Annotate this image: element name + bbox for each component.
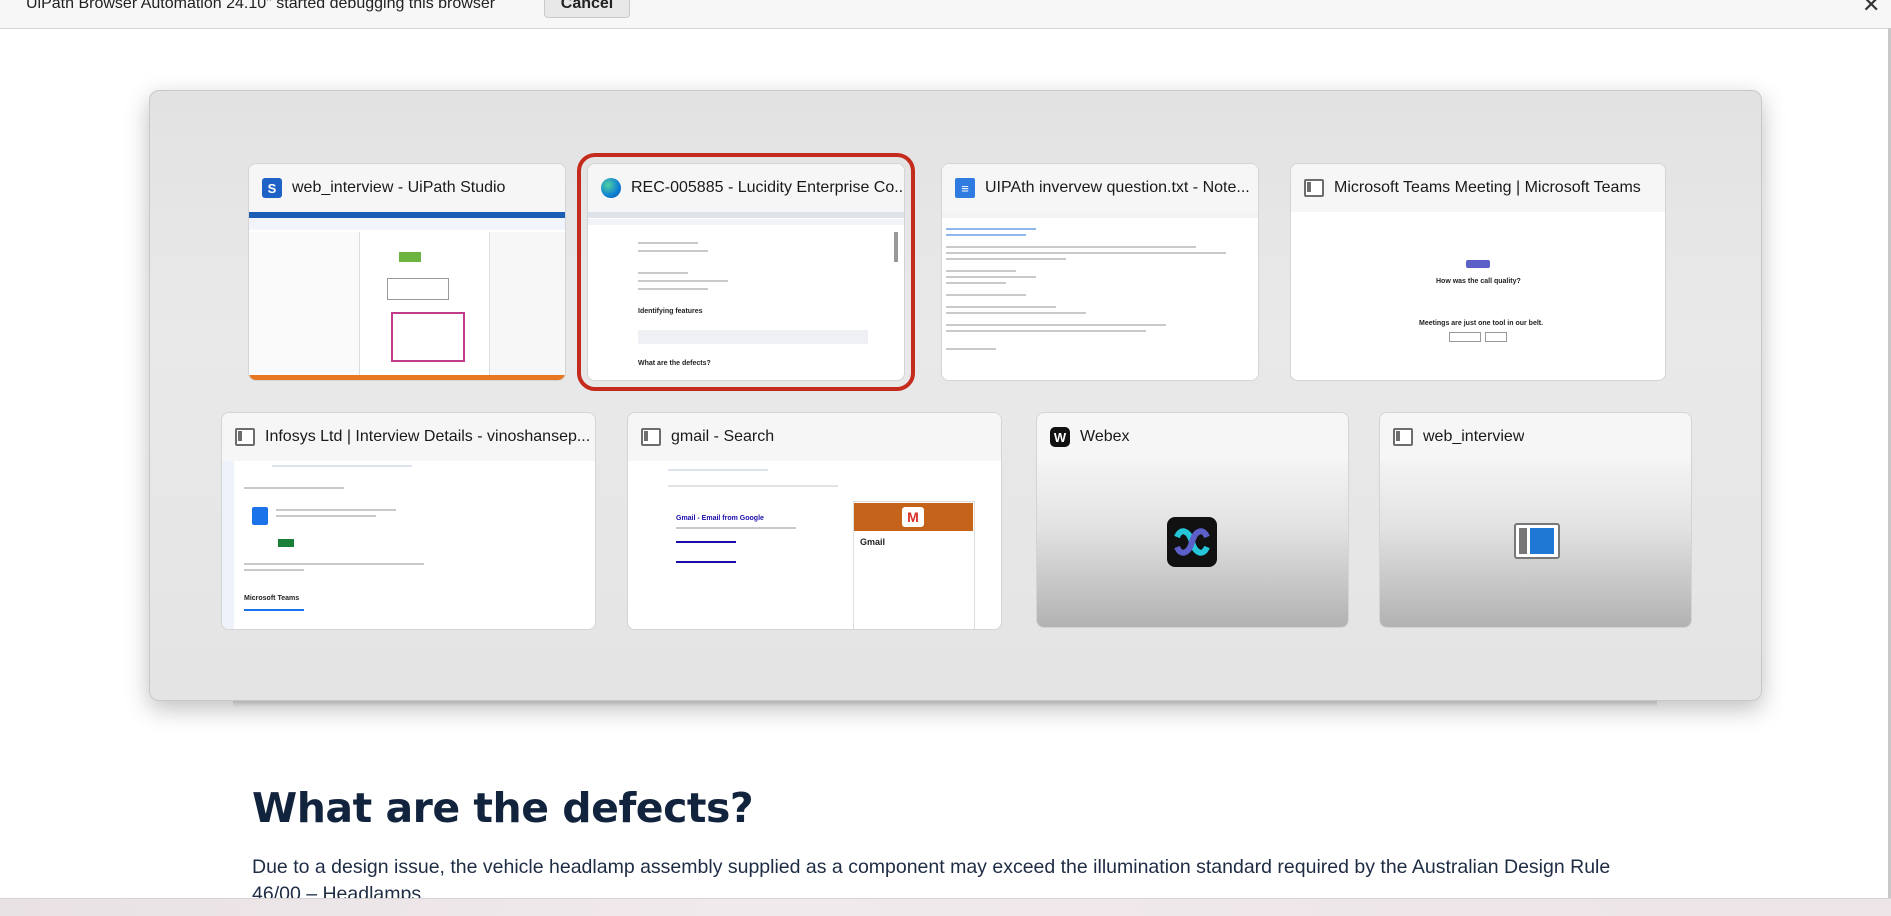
window-thumbnail: Microsoft Teams — [222, 461, 595, 629]
window-card-uipath-studio[interactable]: S web_interview - UiPath Studio — [248, 163, 566, 381]
taskbar-strip — [0, 898, 1891, 916]
window-title: web_interview - UiPath Studio — [292, 179, 506, 196]
window-icon — [641, 428, 661, 446]
window-card-gmail-search[interactable]: gmail - Search Gmail - Email from Google… — [627, 412, 1002, 630]
window-thumbnail — [1380, 461, 1691, 627]
window-card-lucidity[interactable]: REC-005885 - Lucidity Enterprise Co.... … — [577, 153, 915, 391]
window-title: gmail - Search — [671, 428, 775, 445]
cancel-debug-button[interactable]: Cancel — [544, 0, 630, 18]
window-title: Infosys Ltd | Interview Details - vinosh… — [265, 428, 591, 445]
debug-infobar: UiPath Browser Automation 24.10" started… — [0, 0, 1891, 29]
window-thumbnail — [942, 212, 1258, 380]
window-thumbnail: Identifying features What are the defect… — [588, 212, 904, 380]
thumb-heading: What are the defects? — [638, 360, 711, 367]
uipath-icon: S — [262, 178, 282, 198]
thumb-link: Gmail - Email from Google — [676, 515, 764, 522]
window-title: web_interview — [1423, 428, 1525, 445]
close-icon[interactable]: ✕ — [1862, 0, 1880, 18]
thumb-heading: Microsoft Teams — [244, 595, 300, 602]
webex-logo-icon — [1167, 517, 1217, 567]
window-title: Webex — [1080, 428, 1130, 445]
window-card-web-interview[interactable]: web_interview — [1379, 412, 1692, 628]
window-card-notepad[interactable]: ≡ UIPAth invervew question.txt - Note... — [941, 163, 1259, 381]
window-card-infosys[interactable]: Infosys Ltd | Interview Details - vinosh… — [221, 412, 596, 630]
window-thumbnail: Gmail - Email from Google M Gmail — [628, 461, 1001, 629]
edge-icon — [601, 178, 621, 198]
window-icon — [1393, 428, 1413, 446]
window-thumbnail: How was the call quality? Meetings are j… — [1291, 212, 1665, 380]
notepad-icon: ≡ — [955, 178, 975, 198]
window-icon — [235, 428, 255, 446]
window-title: REC-005885 - Lucidity Enterprise Co.... — [631, 179, 904, 196]
window-card-webex[interactable]: W Webex — [1036, 412, 1349, 628]
window-title: Microsoft Teams Meeting | Microsoft Team… — [1334, 179, 1641, 196]
debug-message: UiPath Browser Automation 24.10" started… — [26, 0, 496, 12]
window-app-icon — [1514, 523, 1560, 559]
window-icon — [1304, 179, 1324, 197]
window-thumbnail — [249, 212, 565, 380]
webex-icon: W — [1050, 427, 1070, 447]
thumb-text: How was the call quality? — [1436, 278, 1521, 285]
page-heading: What are the defects? — [252, 784, 754, 832]
task-switcher: S web_interview - UiPath Studio REC-0058… — [149, 90, 1762, 701]
window-thumbnail — [1037, 461, 1348, 627]
window-card-teams[interactable]: Microsoft Teams Meeting | Microsoft Team… — [1290, 163, 1666, 381]
thumb-text: Meetings are just one tool in our belt. — [1419, 320, 1544, 327]
thumb-heading: Identifying features — [638, 308, 703, 315]
window-title: UIPAth invervew question.txt - Note... — [985, 179, 1250, 196]
